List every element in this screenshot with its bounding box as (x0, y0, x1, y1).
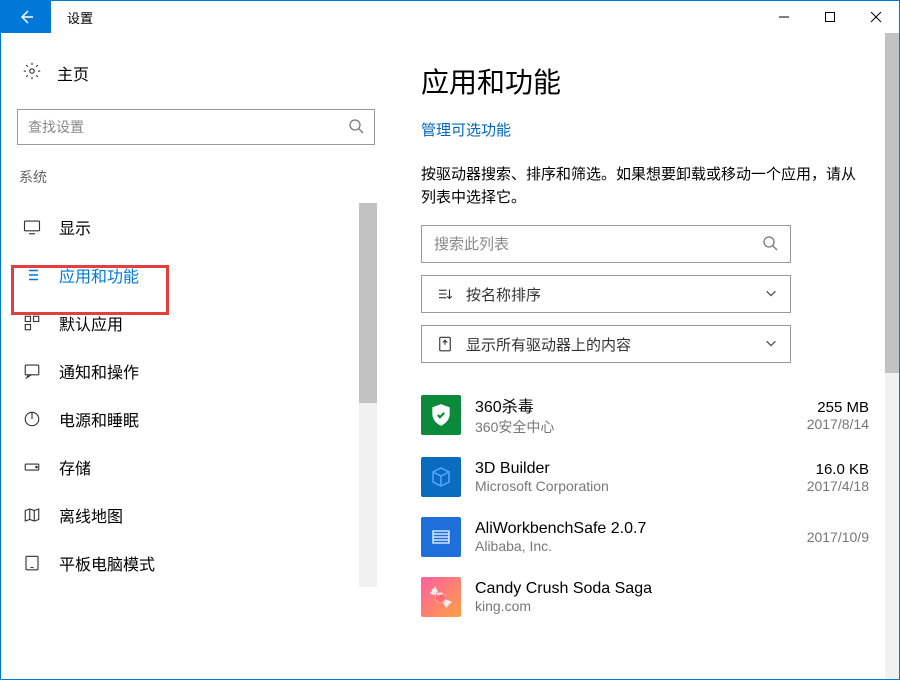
sidebar-item-apps[interactable]: 应用和功能 (17, 251, 375, 299)
settings-search[interactable] (17, 109, 375, 145)
sidebar-item-default-apps[interactable]: 默认应用 (17, 299, 375, 347)
app-meta: 2017/10/9 (807, 529, 869, 545)
app-date: 2017/10/9 (807, 529, 869, 545)
sidebar-item-tablet[interactable]: 平板电脑模式 (17, 539, 375, 587)
app-publisher: king.com (475, 598, 869, 614)
description-text: 按驱动器搜索、排序和筛选。如果想要卸载或移动一个应用，请从列表中选择它。 (421, 164, 869, 209)
app-meta: 255 MB 2017/8/14 (807, 399, 869, 432)
sidebar-item-display[interactable]: 显示 (17, 203, 375, 251)
sidebar-item-label: 默认应用 (59, 311, 123, 335)
sidebar-scrollbar-thumb[interactable] (359, 203, 377, 403)
app-name: 3D Builder (475, 460, 807, 478)
home-link[interactable]: 主页 (17, 53, 375, 93)
sort-label: 按名称排序 (456, 284, 764, 305)
sidebar-item-label: 电源和睡眠 (59, 407, 139, 431)
nav-group-label: 系统 (19, 167, 375, 187)
drive-icon (23, 458, 41, 476)
maximize-button[interactable] (807, 1, 853, 33)
monitor-icon (23, 218, 41, 236)
search-icon (762, 235, 778, 254)
settings-search-input[interactable] (28, 119, 348, 135)
sidebar: 主页 系统 显示 应用和功能 默认应用 通 (1, 33, 391, 679)
app-row[interactable]: AliWorkbenchSafe 2.0.7 Alibaba, Inc. 201… (421, 507, 869, 567)
sidebar-item-notifications[interactable]: 通知和操作 (17, 347, 375, 395)
home-label: 主页 (57, 61, 89, 85)
app-info: Candy Crush Soda Saga king.com (461, 580, 869, 614)
app-name: Candy Crush Soda Saga (475, 580, 869, 598)
sidebar-item-maps[interactable]: 离线地图 (17, 491, 375, 539)
arrow-left-icon (18, 9, 34, 25)
app-icon-candycrush: 🍬 (421, 577, 461, 617)
page-title: 应用和功能 (421, 61, 869, 101)
app-search-input[interactable] (434, 236, 762, 253)
gear-icon (23, 62, 41, 85)
filter-label: 显示所有驱动器上的内容 (456, 334, 764, 355)
app-date: 2017/4/18 (807, 478, 869, 494)
chevron-down-icon (764, 336, 778, 353)
sidebar-scrollbar[interactable] (359, 203, 377, 587)
manage-optional-link[interactable]: 管理可选功能 (421, 119, 511, 140)
main-scrollbar-thumb[interactable] (885, 33, 899, 373)
sidebar-item-label: 存储 (59, 455, 91, 479)
app-size: 255 MB (807, 399, 869, 416)
content-area: 主页 系统 显示 应用和功能 默认应用 通 (1, 33, 899, 679)
app-publisher: Microsoft Corporation (475, 478, 807, 494)
minimize-button[interactable] (761, 1, 807, 33)
window-title: 设置 (51, 8, 93, 27)
titlebar: 设置 (1, 1, 899, 33)
app-list: 360杀毒 360安全中心 255 MB 2017/8/14 3D Builde… (421, 383, 869, 627)
app-icon-3dbuilder (421, 457, 461, 497)
map-icon (23, 506, 41, 524)
sidebar-item-label: 离线地图 (59, 503, 123, 527)
chat-icon (23, 362, 41, 380)
app-info: 360杀毒 360安全中心 (461, 393, 807, 437)
app-icon-aliworkbench (421, 517, 461, 557)
filter-dropdown[interactable]: 显示所有驱动器上的内容 (421, 325, 791, 363)
sidebar-item-label: 应用和功能 (59, 263, 139, 287)
minimize-icon (778, 11, 790, 23)
sidebar-item-label: 平板电脑模式 (59, 551, 155, 575)
close-icon (870, 11, 882, 23)
back-button[interactable] (1, 1, 51, 33)
app-search[interactable] (421, 225, 791, 263)
maximize-icon (824, 11, 836, 23)
sidebar-item-label: 通知和操作 (59, 359, 139, 383)
app-info: AliWorkbenchSafe 2.0.7 Alibaba, Inc. (461, 520, 807, 554)
app-name: AliWorkbenchSafe 2.0.7 (475, 520, 807, 538)
sidebar-item-power[interactable]: 电源和睡眠 (17, 395, 375, 443)
app-publisher: 360安全中心 (475, 417, 807, 437)
drive-filter-icon (434, 335, 456, 353)
close-button[interactable] (853, 1, 899, 33)
app-date: 2017/8/14 (807, 416, 869, 432)
sidebar-item-storage[interactable]: 存储 (17, 443, 375, 491)
app-publisher: Alibaba, Inc. (475, 538, 807, 554)
app-icon-360 (421, 395, 461, 435)
window-controls (761, 1, 899, 33)
app-meta: 16.0 KB 2017/4/18 (807, 461, 869, 494)
search-icon (348, 118, 364, 137)
sort-icon (434, 285, 456, 303)
main-panel: 应用和功能 管理可选功能 按驱动器搜索、排序和筛选。如果想要卸载或移动一个应用，… (391, 33, 899, 679)
sidebar-item-label: 显示 (59, 215, 91, 239)
sort-dropdown[interactable]: 按名称排序 (421, 275, 791, 313)
nav-list: 显示 应用和功能 默认应用 通知和操作 电源和睡眠 存储 (17, 203, 375, 587)
main-scrollbar[interactable] (885, 33, 899, 679)
app-row[interactable]: 360杀毒 360安全中心 255 MB 2017/8/14 (421, 383, 869, 447)
grid-icon (23, 314, 41, 332)
app-row[interactable]: 🍬 Candy Crush Soda Saga king.com (421, 567, 869, 627)
chevron-down-icon (764, 286, 778, 303)
power-icon (23, 410, 41, 428)
app-size: 16.0 KB (807, 461, 869, 478)
app-name: 360杀毒 (475, 393, 807, 417)
app-info: 3D Builder Microsoft Corporation (461, 460, 807, 494)
app-row[interactable]: 3D Builder Microsoft Corporation 16.0 KB… (421, 447, 869, 507)
list-icon (23, 266, 41, 284)
tablet-icon (23, 554, 41, 572)
